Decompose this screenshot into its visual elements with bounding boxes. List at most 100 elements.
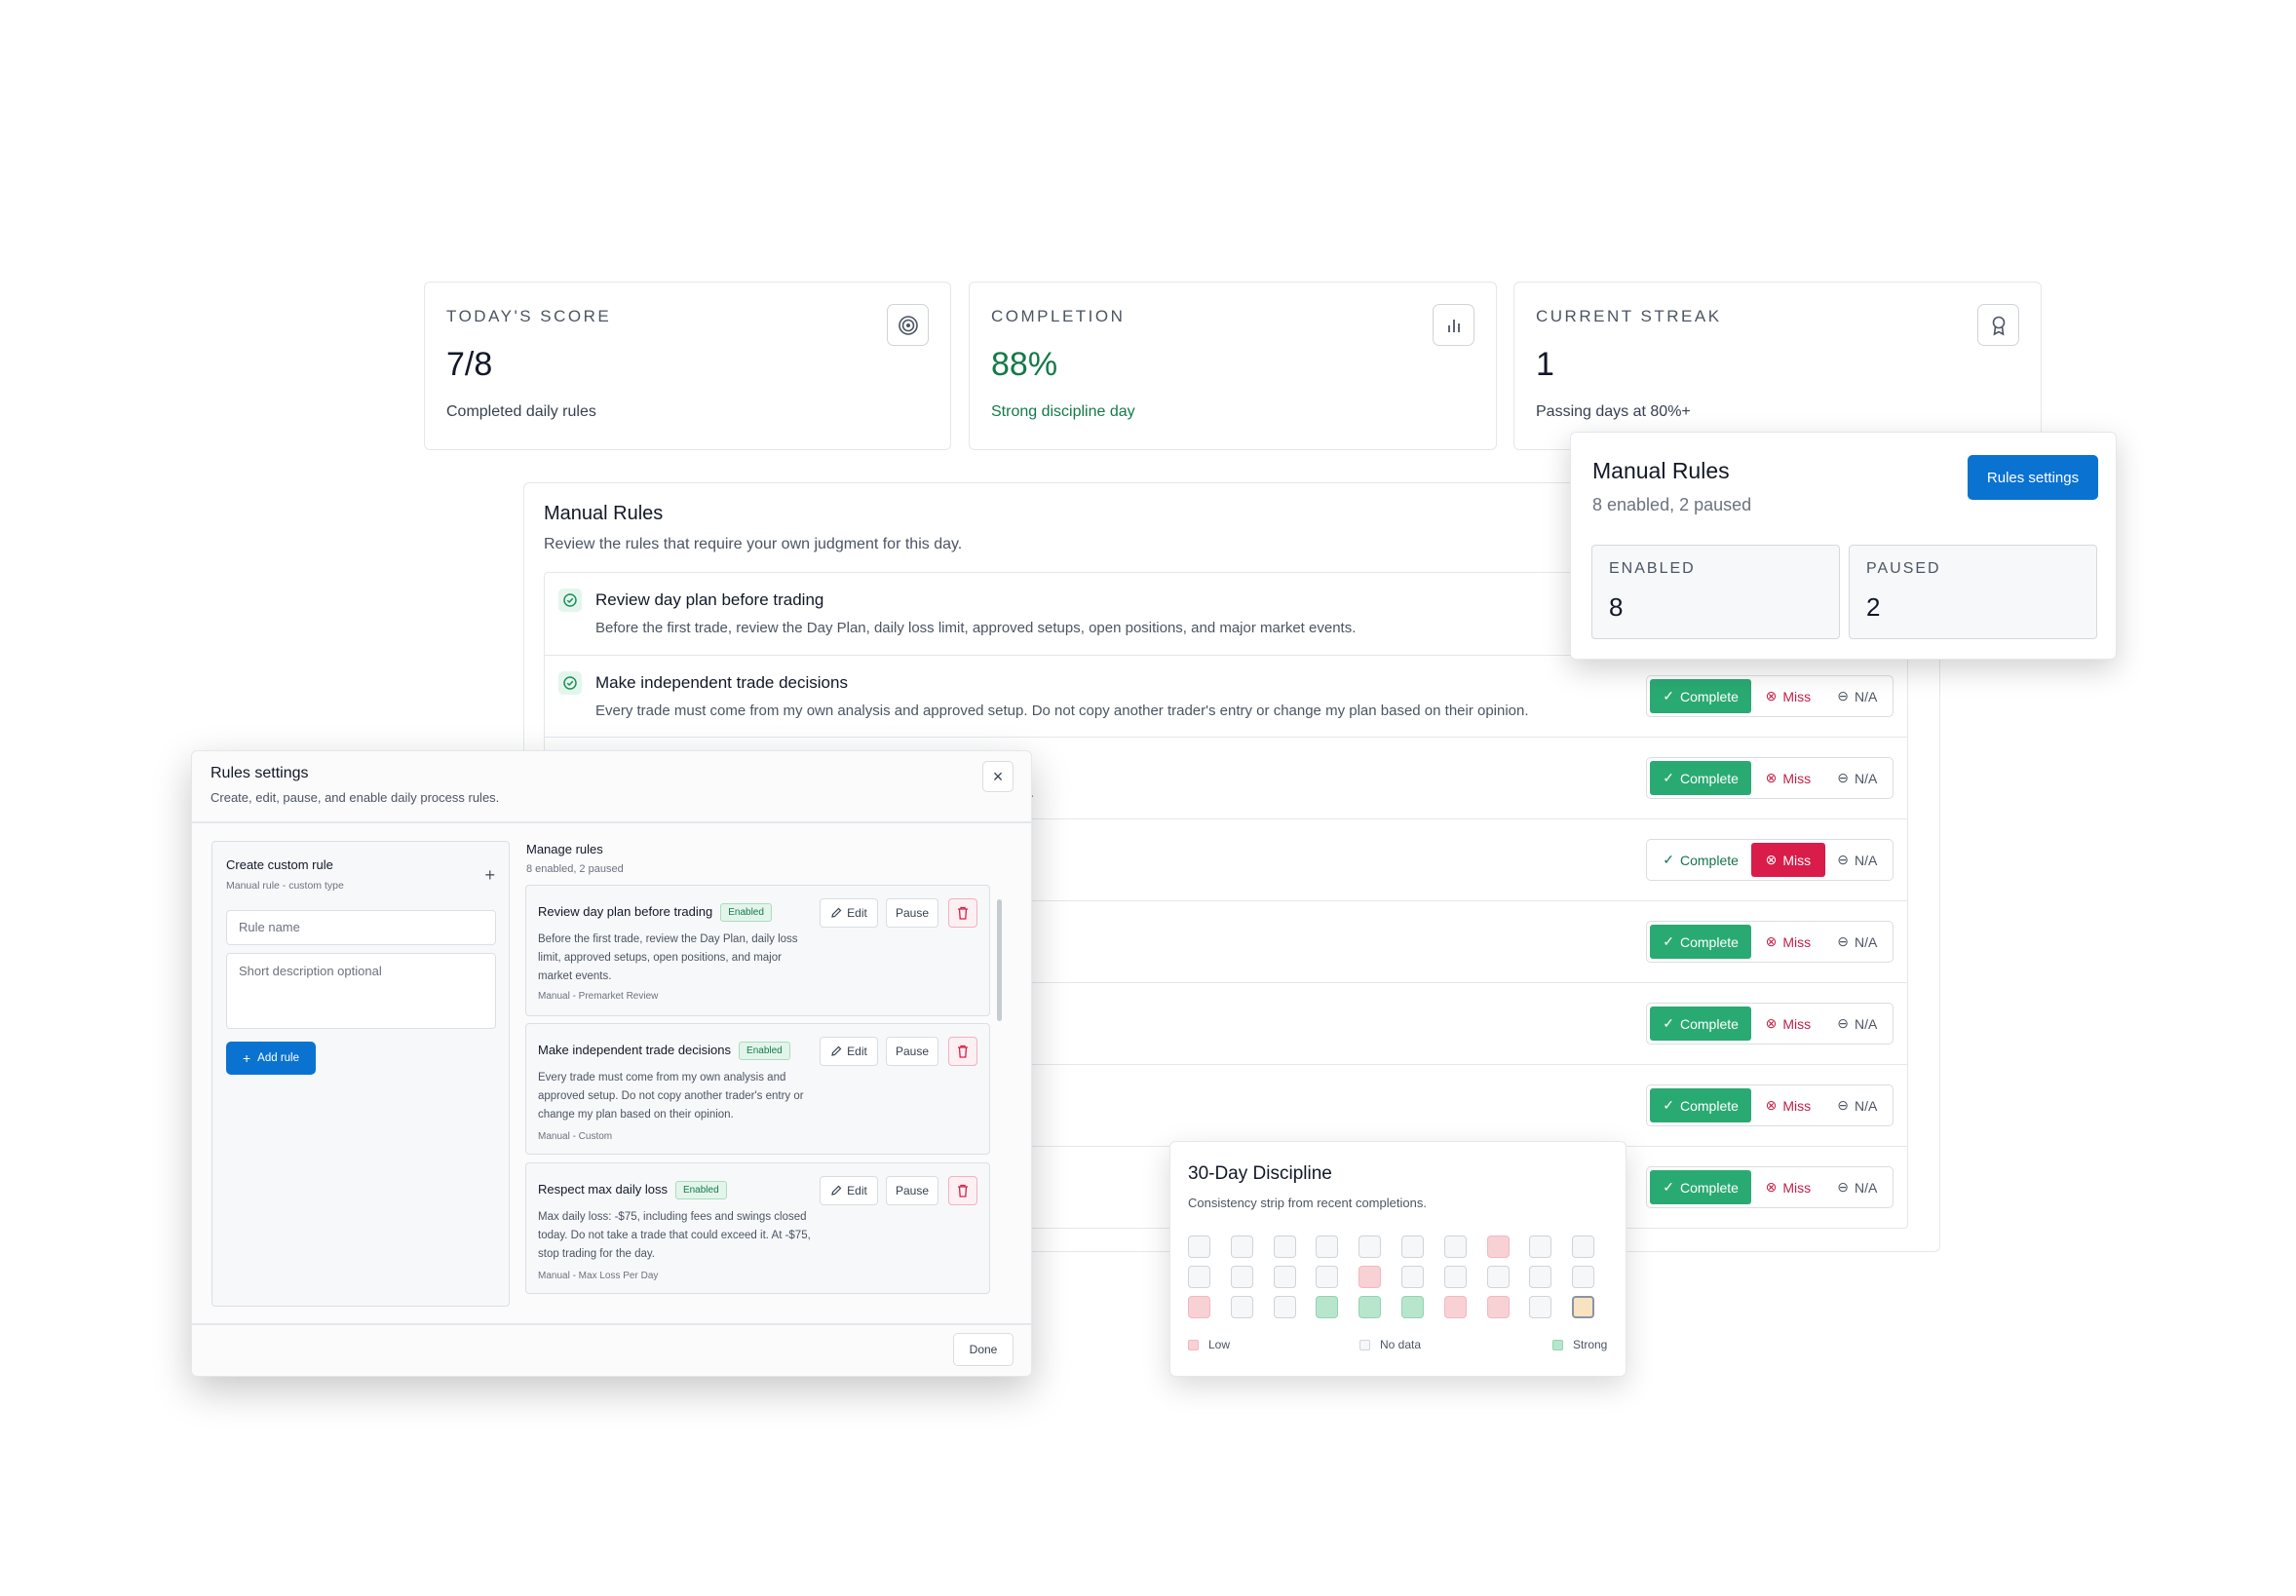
miss-button[interactable]: ⊗ Miss <box>1751 761 1824 795</box>
na-button[interactable]: ⊖ N/A <box>1825 1007 1890 1041</box>
complete-button[interactable]: ✓ Complete <box>1650 1170 1752 1204</box>
miss-button[interactable]: ⊗ Miss <box>1751 925 1824 959</box>
divider <box>192 1323 1031 1325</box>
miss-button[interactable]: ⊗ Miss <box>1751 1088 1824 1122</box>
edit-label: Edit <box>847 1045 867 1058</box>
day-cell <box>1273 1235 1296 1258</box>
minus-circle-icon: ⊖ <box>1837 688 1849 703</box>
na-button[interactable]: ⊖ N/A <box>1825 679 1890 713</box>
stat-sub: Passing days at 80%+ <box>1536 403 1691 420</box>
stat-label: CURRENT STREAK <box>1536 307 1722 325</box>
complete-label: Complete <box>1679 688 1739 704</box>
rules-summary-popup: Manual Rules 8 enabled, 2 paused Rules s… <box>1570 432 2117 660</box>
day-cell <box>1230 1296 1253 1318</box>
complete-button[interactable]: ✓ Complete <box>1650 843 1751 877</box>
status-toggle: ✓ Complete ⊗ Miss ⊖ N/A <box>1646 675 1894 717</box>
stat-value: 7/8 <box>446 346 493 383</box>
done-button[interactable]: Done <box>953 1333 1014 1366</box>
day-cell <box>1316 1266 1339 1288</box>
rule-row: Make independent trade decisions Every tr… <box>545 655 1907 737</box>
edit-button[interactable]: Edit <box>820 898 878 928</box>
popup-title: Manual Rules <box>1592 458 1730 483</box>
miss-button[interactable]: ⊗ Miss <box>1751 679 1824 713</box>
na-label: N/A <box>1854 1179 1878 1196</box>
edit-button[interactable]: Edit <box>820 1176 878 1205</box>
pause-button[interactable]: Pause <box>886 1037 938 1066</box>
rule-description-input[interactable]: Short description optional <box>226 953 496 1029</box>
complete-button[interactable]: ✓ Complete <box>1650 761 1752 795</box>
create-subtitle: Manual rule - custom type <box>226 880 344 892</box>
complete-button[interactable]: ✓ Complete <box>1650 925 1752 959</box>
day-cell <box>1572 1235 1595 1258</box>
discipline-subtitle: Consistency strip from recent completion… <box>1188 1196 1427 1210</box>
na-label: N/A <box>1854 1015 1878 1032</box>
plus-icon[interactable]: + <box>484 865 495 886</box>
day-cell <box>1572 1266 1595 1288</box>
status-toggle: ✓ Complete ⊗ Miss ⊖ N/A <box>1646 1166 1894 1208</box>
rules-settings-button[interactable]: Rules settings <box>1968 455 2098 500</box>
panel-description: Review the rules that require your own j… <box>544 536 963 552</box>
manage-rule-title: Make independent trade decisions Enabled <box>538 1042 790 1060</box>
modal-title: Rules settings <box>210 765 309 781</box>
na-button[interactable]: ⊖ N/A <box>1825 1088 1890 1122</box>
scrollbar[interactable] <box>997 899 1002 1021</box>
rule-title: Review day plan before trading <box>595 590 824 609</box>
rules-settings-modal: Rules settings Create, edit, pause, and … <box>191 750 1032 1377</box>
pause-button[interactable]: Pause <box>886 1176 938 1205</box>
x-circle-icon: ⊗ <box>1765 933 1778 949</box>
manage-rule-name: Make independent trade decisions <box>538 1043 732 1057</box>
status-toggle: ✓ Complete ⊗ Miss ⊖ N/A <box>1646 839 1894 881</box>
trash-icon[interactable] <box>948 1176 977 1205</box>
add-rule-button[interactable]: + Add rule <box>226 1042 316 1075</box>
pause-button[interactable]: Pause <box>886 898 938 928</box>
complete-button[interactable]: ✓ Complete <box>1650 679 1752 713</box>
close-icon[interactable]: × <box>982 761 1014 792</box>
day-cell <box>1401 1266 1424 1288</box>
edit-label: Edit <box>847 1184 867 1197</box>
miss-button[interactable]: ⊗ Miss <box>1751 843 1825 877</box>
day-cell <box>1358 1296 1382 1318</box>
complete-label: Complete <box>1679 1097 1739 1114</box>
complete-button[interactable]: ✓ Complete <box>1650 1007 1752 1041</box>
add-rule-label: Add rule <box>257 1052 300 1064</box>
minus-circle-icon: ⊖ <box>1837 1097 1849 1113</box>
miss-button[interactable]: ⊗ Miss <box>1751 1007 1824 1041</box>
stat-label: COMPLETION <box>991 307 1126 325</box>
discipline-title: 30-Day Discipline <box>1188 1163 1332 1184</box>
stat-card-streak: CURRENT STREAK 1 Passing days at 80%+ <box>1513 282 2042 450</box>
day-cell <box>1188 1296 1210 1318</box>
day-cell <box>1529 1296 1552 1318</box>
award-icon <box>1977 304 2019 346</box>
miss-label: Miss <box>1782 852 1812 868</box>
status-toggle: ✓ Complete ⊗ Miss ⊖ N/A <box>1646 757 1894 799</box>
miss-button[interactable]: ⊗ Miss <box>1751 1170 1824 1204</box>
na-button[interactable]: ⊖ N/A <box>1825 843 1890 877</box>
status-toggle: ✓ Complete ⊗ Miss ⊖ N/A <box>1646 921 1894 963</box>
na-button[interactable]: ⊖ N/A <box>1825 761 1890 795</box>
na-button[interactable]: ⊖ N/A <box>1825 925 1890 959</box>
status-toggle: ✓ Complete ⊗ Miss ⊖ N/A <box>1646 1084 1894 1126</box>
day-cell <box>1316 1296 1339 1318</box>
status-badge: Enabled <box>720 903 772 922</box>
day-cell <box>1401 1296 1424 1318</box>
check-circle-icon <box>558 589 582 612</box>
edit-button[interactable]: Edit <box>820 1037 878 1066</box>
rule-name-input[interactable]: Rule name <box>226 910 496 945</box>
miss-label: Miss <box>1782 933 1812 950</box>
stat-value: 88% <box>991 346 1058 383</box>
trash-icon[interactable] <box>948 1037 977 1066</box>
trash-icon[interactable] <box>948 898 977 928</box>
manage-rule-name: Respect max daily loss <box>538 1182 668 1197</box>
na-label: N/A <box>1854 933 1878 950</box>
day-cell <box>1486 1235 1510 1258</box>
manage-rule-meta: Manual - Custom <box>538 1131 613 1142</box>
target-icon <box>887 304 929 346</box>
miss-label: Miss <box>1782 1015 1812 1032</box>
complete-button[interactable]: ✓ Complete <box>1650 1088 1752 1122</box>
day-cell <box>1401 1235 1424 1258</box>
legend-label: Low <box>1208 1338 1231 1351</box>
day-cell <box>1273 1296 1296 1318</box>
manage-rules-list[interactable]: Review day plan before trading Enabled Bef… <box>525 885 993 1307</box>
na-button[interactable]: ⊖ N/A <box>1825 1170 1890 1204</box>
manage-subtitle: 8 enabled, 2 paused <box>526 863 624 875</box>
